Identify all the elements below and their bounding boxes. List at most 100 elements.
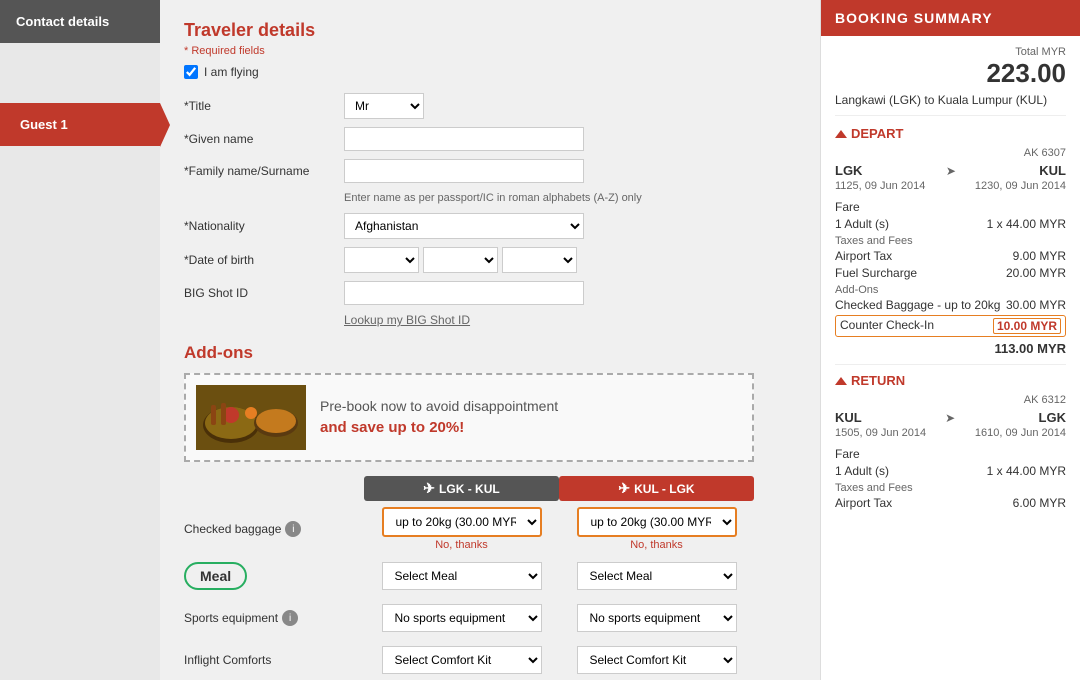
flight1-arrow-icon: ✈: [423, 480, 435, 497]
nationality-row: *Nationality Afghanistan Malaysia: [184, 213, 796, 239]
return-route-row: KUL ➤ LGK: [835, 410, 1066, 425]
nationality-label: *Nationality: [184, 219, 344, 233]
addons-table: ✈ LGK - KUL ✈ KUL - LGK Checked bag: [184, 476, 754, 677]
dob-label: *Date of birth: [184, 253, 344, 267]
divider1: [835, 364, 1066, 365]
return-to: LGK: [1039, 410, 1066, 425]
depart-route-row: LGK ➤ KUL: [835, 163, 1066, 178]
sidebar-item-contact[interactable]: Contact details: [0, 0, 160, 43]
comforts-label-col: Inflight Comforts: [184, 653, 364, 667]
depart-time-row: 1125, 09 Jun 2014 1230, 09 Jun 2014: [835, 180, 1066, 192]
return-section-title: RETURN: [835, 373, 1066, 388]
title-select[interactable]: Mr Mrs Ms: [344, 93, 424, 119]
return-fare-value: 1 x 44.00 MYR: [987, 464, 1066, 478]
comforts-lgk-cell: Select Comfort Kit: [364, 646, 559, 674]
comforts-lgk-select[interactable]: Select Comfort Kit: [382, 646, 542, 674]
addons-section-label: Add-Ons: [835, 284, 1066, 296]
given-name-input[interactable]: [344, 127, 584, 151]
summary-content: Total MYR 223.00 Langkawi (LGK) to Kuala…: [821, 36, 1080, 523]
booking-summary-panel: BOOKING SUMMARY Total MYR 223.00 Langkaw…: [820, 0, 1080, 680]
sports-info-icon[interactable]: i: [282, 610, 298, 626]
flight2-arrow-icon: ✈: [618, 480, 630, 497]
comforts-kul-cell: Select Comfort Kit: [559, 646, 754, 674]
flight2-label: KUL - LGK: [634, 482, 694, 496]
return-airport-tax-value: 6.00 MYR: [1013, 496, 1066, 510]
total-label: Total MYR: [835, 46, 1066, 58]
fuel-surcharge-label: Fuel Surcharge: [835, 266, 917, 280]
sports-lgk-cell: No sports equipment: [364, 604, 559, 632]
addons-label-header: [184, 476, 364, 501]
return-fare-label: Fare: [835, 447, 860, 461]
required-note: * Required fields: [184, 45, 796, 57]
baggage-label: Checked baggage i: [184, 521, 364, 537]
return-time-to: 1610, 09 Jun 2014: [975, 427, 1066, 439]
bigshot-input[interactable]: [344, 281, 584, 305]
baggage-addon-row: Checked Baggage - up to 20kg 30.00 MYR: [835, 298, 1066, 312]
title-row: *Title Mr Mrs Ms: [184, 93, 796, 119]
depart-flight-num: AK 6307: [835, 147, 1066, 159]
meal-lgk-select[interactable]: Select Meal: [382, 562, 542, 590]
flying-checkbox-row: I am flying: [184, 65, 796, 79]
depart-fare-label: Fare: [835, 200, 860, 214]
depart-fare-pax: 1 Adult (s): [835, 217, 889, 231]
addons-banner: Pre-book now to avoid disappointment and…: [184, 373, 754, 462]
counter-checkin-row: Counter Check-In 10.00 MYR: [835, 315, 1066, 337]
sidebar-item-guest[interactable]: Guest 1: [0, 103, 160, 146]
baggage-info-icon[interactable]: i: [285, 521, 301, 537]
flight1-header-col: ✈ LGK - KUL: [364, 476, 559, 501]
total-amount: 223.00: [835, 58, 1066, 89]
dob-month-select[interactable]: [423, 247, 498, 273]
sports-lgk-select[interactable]: No sports equipment: [382, 604, 542, 632]
family-name-label: *Family name/Surname: [184, 164, 344, 178]
depart-to: KUL: [1039, 163, 1066, 178]
bigshot-row: BIG Shot ID: [184, 281, 796, 305]
fuel-surcharge-row: Fuel Surcharge 20.00 MYR: [835, 266, 1066, 280]
baggage-kul-select[interactable]: up to 20kg (30.00 MYR) No, thanks: [577, 507, 737, 537]
traveler-title: Traveler details: [184, 20, 796, 41]
main-content: Traveler details * Required fields I am …: [160, 0, 820, 680]
depart-fare-pax-row: 1 Adult (s) 1 x 44.00 MYR: [835, 217, 1066, 231]
return-from: KUL: [835, 410, 862, 425]
baggage-kul-no: No, thanks: [630, 539, 683, 551]
meal-kul-cell: Select Meal: [559, 562, 754, 590]
family-name-input[interactable]: [344, 159, 584, 183]
dob-day-select[interactable]: [344, 247, 419, 273]
sports-kul-select[interactable]: No sports equipment: [577, 604, 737, 632]
counter-checkin-label: Counter Check-In: [840, 318, 934, 334]
dob-year-select[interactable]: [502, 247, 577, 273]
flying-checkbox[interactable]: [184, 65, 198, 79]
baggage-label-text: Checked baggage: [184, 522, 281, 536]
lookup-link[interactable]: Lookup my BIG Shot ID: [344, 313, 796, 327]
depart-fare-value: 1 x 44.00 MYR: [987, 217, 1066, 231]
bigshot-label: BIG Shot ID: [184, 286, 344, 300]
depart-subtotal: 113.00 MYR: [835, 341, 1066, 356]
airport-tax-row: Airport Tax 9.00 MYR: [835, 249, 1066, 263]
flight1-header: ✈ LGK - KUL: [364, 476, 559, 501]
flight1-label: LGK - KUL: [439, 482, 500, 496]
depart-time-from: 1125, 09 Jun 2014: [835, 180, 925, 192]
meal-row: Meal Select Meal Select Meal: [184, 559, 754, 593]
baggage-addon-label: Checked Baggage - up to 20kg: [835, 298, 1000, 312]
sports-label-text: Sports equipment: [184, 611, 278, 625]
meal-kul-select[interactable]: Select Meal: [577, 562, 737, 590]
flight2-header-col: ✈ KUL - LGK: [559, 476, 754, 501]
comforts-kul-select[interactable]: Select Comfort Kit: [577, 646, 737, 674]
given-name-row: *Given name: [184, 127, 796, 151]
return-route-arrow: ➤: [945, 411, 955, 425]
depart-subtotal-value: 113.00 MYR: [994, 341, 1066, 356]
baggage-lgk-no: No, thanks: [435, 539, 488, 551]
baggage-row: Checked baggage i up to 20kg (30.00 MYR)…: [184, 507, 754, 551]
addons-header-row: ✈ LGK - KUL ✈ KUL - LGK: [184, 476, 754, 501]
traveler-details-section: Traveler details * Required fields I am …: [184, 20, 796, 327]
depart-from: LGK: [835, 163, 862, 178]
baggage-lgk-select[interactable]: up to 20kg (30.00 MYR) No, thanks: [382, 507, 542, 537]
return-taxes-label: Taxes and Fees: [835, 482, 1066, 494]
return-flight-num: AK 6312: [835, 394, 1066, 406]
depart-label: DEPART: [851, 126, 903, 141]
return-triangle-icon: [835, 377, 847, 385]
depart-triangle-icon: [835, 130, 847, 138]
nationality-select[interactable]: Afghanistan Malaysia: [344, 213, 584, 239]
sports-kul-cell: No sports equipment: [559, 604, 754, 632]
baggage-lgk-cell: up to 20kg (30.00 MYR) No, thanks No, th…: [364, 507, 559, 551]
baggage-addon-value: 30.00 MYR: [1006, 298, 1066, 312]
